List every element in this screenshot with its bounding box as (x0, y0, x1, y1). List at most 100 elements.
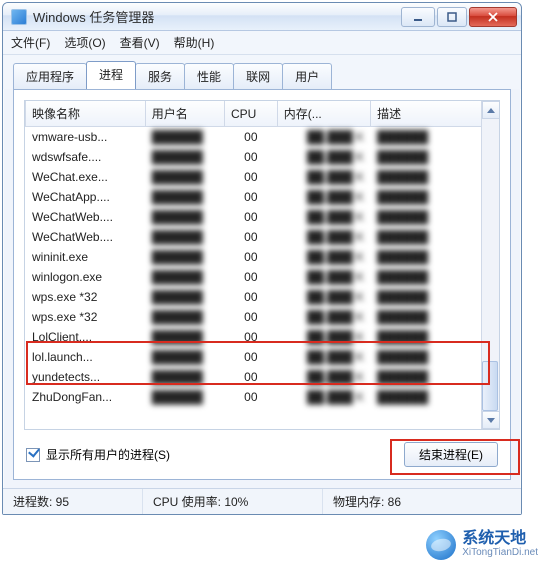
cell-cpu: 00 (224, 367, 277, 387)
table-row[interactable]: wdswfsafe....██████00██,███ K██████ (26, 147, 493, 167)
chevron-up-icon (487, 108, 495, 113)
cell-description: ██████ (371, 367, 493, 387)
cell-description: ██████ (371, 207, 493, 227)
watermark-cn: 系统天地 (462, 531, 538, 548)
menu-view[interactable]: 查看(V) (120, 34, 160, 51)
end-process-button[interactable]: 结束进程(E) (404, 442, 498, 467)
tab-services[interactable]: 服务 (135, 63, 185, 90)
cell-memory: ██,███ K (277, 267, 370, 287)
cell-image-name: ZhuDongFan... (26, 387, 146, 407)
cell-memory: ██,███ K (277, 327, 370, 347)
tab-users[interactable]: 用户 (282, 63, 332, 90)
cell-user-name: ██████ (145, 287, 224, 307)
col-cpu[interactable]: CPU (224, 101, 277, 127)
cell-memory: ██,███ K (277, 387, 370, 407)
cell-memory: ██,███ K (277, 247, 370, 267)
cell-cpu: 00 (224, 387, 277, 407)
close-icon (487, 12, 499, 22)
cell-memory: ██,███ K (277, 187, 370, 207)
minimize-icon (413, 12, 423, 22)
tab-applications[interactable]: 应用程序 (13, 63, 87, 90)
table-row[interactable]: ZhuDongFan...██████00██,███ K██████ (26, 387, 493, 407)
table-row[interactable]: wininit.exe██████00██,███ K██████ (26, 247, 493, 267)
table-row[interactable]: WeChatWeb....██████00██,███ K██████ (26, 207, 493, 227)
table-row[interactable]: wps.exe *32██████00██,███ K██████ (26, 307, 493, 327)
cell-cpu: 00 (224, 167, 277, 187)
table-row[interactable]: WeChatApp....██████00██,███ K██████ (26, 187, 493, 207)
maximize-icon (447, 12, 457, 22)
table-row[interactable]: lol.launch...██████00██,███ K██████ (26, 347, 493, 367)
table-row[interactable]: vmware-usb...██████00██,███ K██████ (26, 127, 493, 148)
table-row[interactable]: LolClient....██████00██,███ K██████ (26, 327, 493, 347)
status-physical-memory: 物理内存: 86 (323, 489, 521, 514)
cell-cpu: 00 (224, 207, 277, 227)
app-icon (11, 9, 27, 25)
table-row[interactable]: WeChatWeb....██████00██,███ K██████ (26, 227, 493, 247)
tab-performance[interactable]: 性能 (184, 63, 234, 90)
titlebar[interactable]: Windows 任务管理器 (3, 3, 521, 31)
cell-description: ██████ (371, 147, 493, 167)
cell-user-name: ██████ (145, 387, 224, 407)
minimize-button[interactable] (401, 7, 435, 27)
menu-help[interactable]: 帮助(H) (174, 34, 215, 51)
cell-image-name: lol.launch... (26, 347, 146, 367)
tab-processes[interactable]: 进程 (86, 61, 136, 89)
table-row[interactable]: WeChat.exe...██████00██,███ K██████ (26, 167, 493, 187)
cell-description: ██████ (371, 187, 493, 207)
cell-cpu: 00 (224, 267, 277, 287)
scroll-down-button[interactable] (482, 411, 500, 429)
cell-memory: ██,███ K (277, 367, 370, 387)
cell-description: ██████ (371, 347, 493, 367)
table-row[interactable]: wps.exe *32██████00██,███ K██████ (26, 287, 493, 307)
cell-image-name: WeChatWeb.... (26, 207, 146, 227)
cell-description: ██████ (371, 307, 493, 327)
cell-description: ██████ (371, 227, 493, 247)
cell-user-name: ██████ (145, 247, 224, 267)
process-table-wrap: 映像名称 用户名 CPU 内存(... 描述 vmware-usb...████… (24, 100, 500, 430)
cell-description: ██████ (371, 167, 493, 187)
status-bar: 进程数: 95 CPU 使用率: 10% 物理内存: 86 (3, 488, 521, 514)
cell-user-name: ██████ (145, 307, 224, 327)
menu-file[interactable]: 文件(F) (11, 34, 50, 51)
cell-user-name: ██████ (145, 187, 224, 207)
globe-icon (426, 530, 456, 560)
cell-cpu: 00 (224, 247, 277, 267)
cell-user-name: ██████ (145, 127, 224, 148)
cell-cpu: 00 (224, 347, 277, 367)
col-user-name[interactable]: 用户名 (145, 101, 224, 127)
cell-memory: ██,███ K (277, 307, 370, 327)
table-row[interactable]: winlogon.exe██████00██,███ K██████ (26, 267, 493, 287)
scroll-up-button[interactable] (482, 101, 500, 119)
vertical-scrollbar[interactable] (481, 101, 499, 429)
cell-user-name: ██████ (145, 267, 224, 287)
scroll-thumb[interactable] (482, 361, 498, 411)
cell-image-name: WeChat.exe... (26, 167, 146, 187)
col-description[interactable]: 描述 (371, 101, 493, 127)
cell-user-name: ██████ (145, 227, 224, 247)
menu-options[interactable]: 选项(O) (64, 34, 105, 51)
window-title: Windows 任务管理器 (33, 7, 401, 26)
maximize-button[interactable] (437, 7, 467, 27)
col-image-name[interactable]: 映像名称 (26, 101, 146, 127)
cell-image-name: winlogon.exe (26, 267, 146, 287)
cell-description: ██████ (371, 327, 493, 347)
cell-user-name: ██████ (145, 167, 224, 187)
col-memory[interactable]: 内存(... (277, 101, 370, 127)
status-process-count: 进程数: 95 (3, 489, 143, 514)
cell-description: ██████ (371, 127, 493, 148)
tab-networking[interactable]: 联网 (233, 63, 283, 90)
cell-cpu: 00 (224, 287, 277, 307)
table-row[interactable]: yundetects...██████00██,███ K██████ (26, 367, 493, 387)
cell-memory: ██,███ K (277, 347, 370, 367)
watermark-logo: 系统天地 XiTongTianDi.net (426, 530, 538, 560)
show-all-users-checkbox[interactable]: 显示所有用户的进程(S) (26, 446, 170, 463)
cell-user-name: ██████ (145, 327, 224, 347)
cell-description: ██████ (371, 267, 493, 287)
cell-image-name: WeChatWeb.... (26, 227, 146, 247)
cell-user-name: ██████ (145, 147, 224, 167)
close-button[interactable] (469, 7, 517, 27)
cell-image-name: wdswfsafe.... (26, 147, 146, 167)
cell-image-name: wininit.exe (26, 247, 146, 267)
cell-cpu: 00 (224, 127, 277, 148)
cell-cpu: 00 (224, 187, 277, 207)
